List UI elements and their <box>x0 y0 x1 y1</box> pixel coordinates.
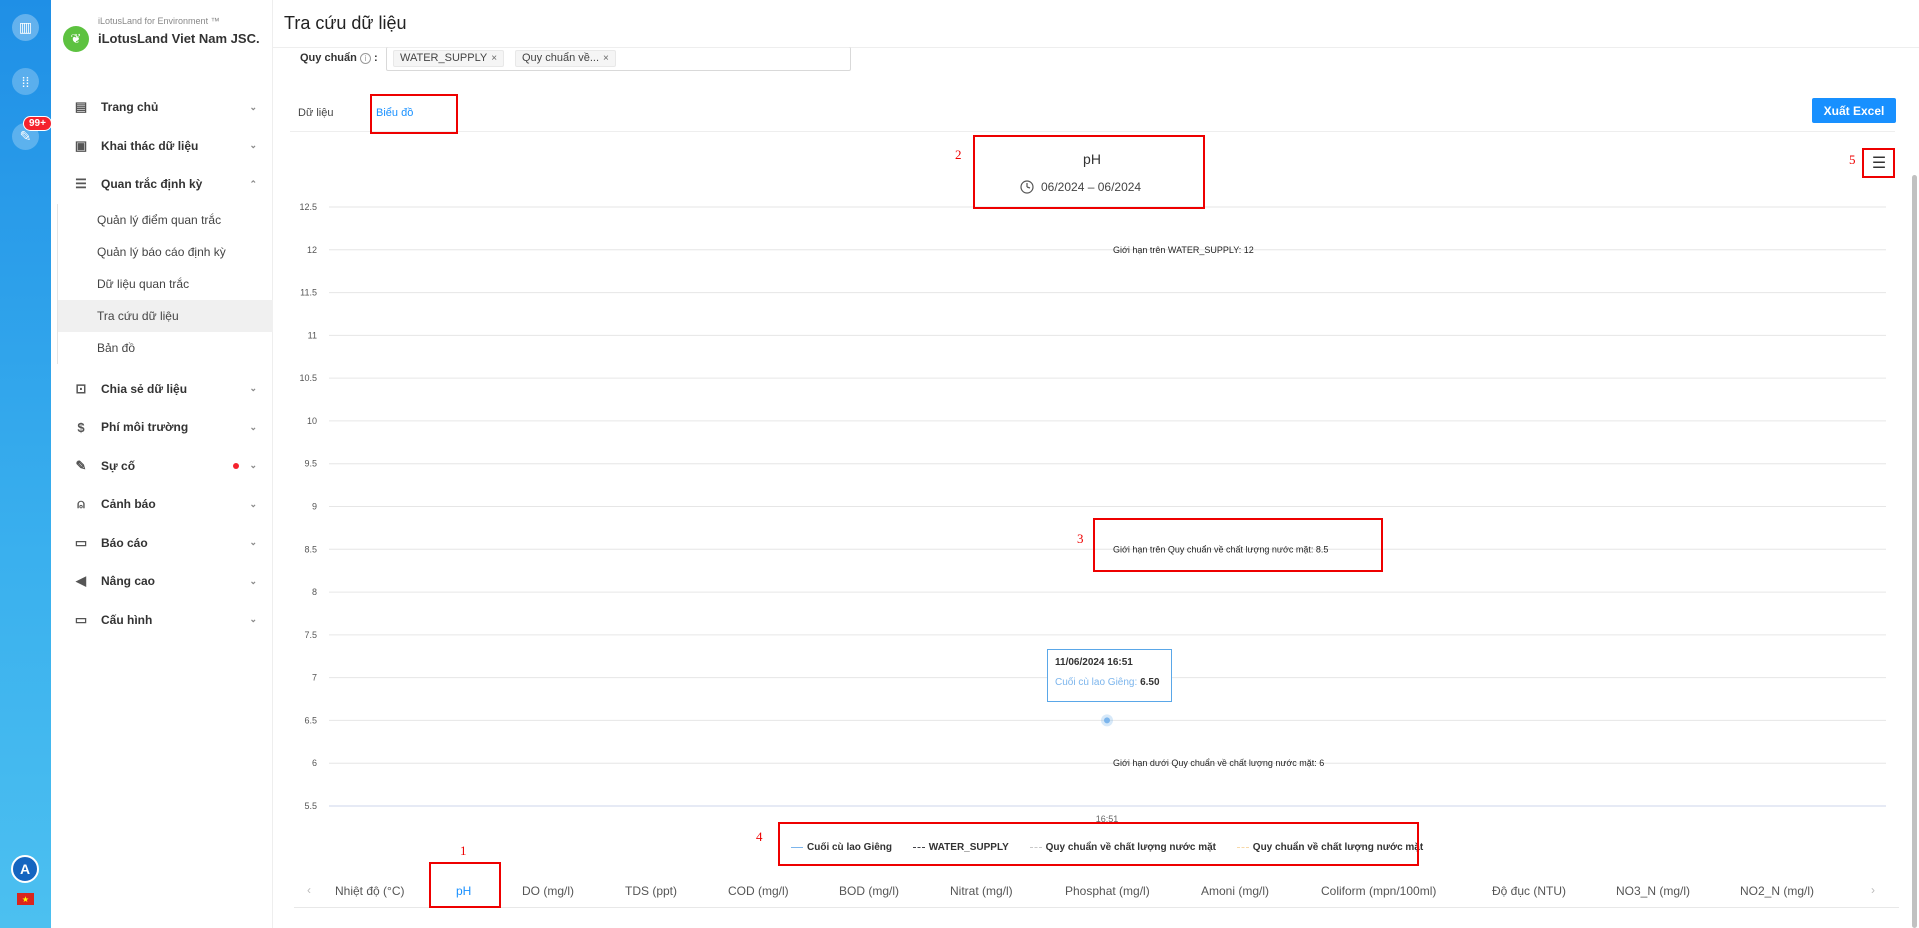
annotation-box-limit <box>1093 518 1383 572</box>
annotation-number: 2 <box>955 147 962 162</box>
y-tick-label: 10.5 <box>299 373 317 383</box>
y-tick-label: 8.5 <box>304 544 317 554</box>
annotation-box-ph-tab <box>429 862 501 908</box>
y-tick-label: 10 <box>307 416 317 426</box>
tooltip-series-name: Cuối cù lao Giêng: <box>1055 677 1138 688</box>
tooltip-value: 6.50 <box>1140 677 1160 688</box>
y-tick-label: 11.5 <box>300 288 317 298</box>
annotation-number: 3 <box>1077 531 1084 546</box>
param-tab[interactable]: Độ đục (NTU) <box>1492 884 1566 898</box>
param-tab[interactable]: NO3_N (mg/l) <box>1616 884 1690 898</box>
param-tab[interactable]: COD (mg/l) <box>728 884 789 898</box>
parameter-tabs: ‹ Nhiệt độ (°C) pH DO (mg/l) TDS (ppt) C… <box>294 876 1899 908</box>
param-tab[interactable]: Amoni (mg/l) <box>1201 884 1269 898</box>
chart: 5.5 6 6.5 7 7.5 8 8.5 9 9.5 10 10.5 11 11.5 12 12.5 Gi… <box>299 151 1886 824</box>
y-tick-label: 9.5 <box>304 459 317 469</box>
annotation-number: 4 <box>756 829 763 844</box>
y-tick-label: 5.5 <box>304 801 317 811</box>
annotation-number: 1 <box>460 843 467 858</box>
param-tab[interactable]: TDS (ppt) <box>625 884 677 898</box>
annotation-box-menu <box>1862 148 1895 178</box>
y-tick-label: 7 <box>312 673 317 683</box>
chart-points <box>1101 714 1113 727</box>
chevron-right-icon[interactable]: › <box>1871 883 1875 897</box>
tooltip-series: Cuối cù lao Giêng: 6.50 <box>1055 677 1164 688</box>
annotation-box-title <box>973 135 1205 209</box>
plot-line-label: Giới hạn trên WATER_SUPPLY: 12 <box>1113 245 1254 255</box>
y-tick-label: 8 <box>312 587 317 597</box>
tooltip-time: 11/06/2024 16:51 <box>1055 657 1133 668</box>
y-tick-label: 9 <box>312 502 317 512</box>
y-tick-label: 6.5 <box>304 715 317 725</box>
param-tab[interactable]: BOD (mg/l) <box>839 884 899 898</box>
param-tab[interactable]: Nhiệt độ (°C) <box>335 884 405 898</box>
scrollbar[interactable] <box>1912 175 1917 928</box>
annotation-box-chart-tab <box>370 94 458 134</box>
chart-y-axis: 5.5 6 6.5 7 7.5 8 8.5 9 9.5 10 10.5 11 11.5 12 12.5 <box>299 202 317 811</box>
chevron-left-icon[interactable]: ‹ <box>307 883 311 897</box>
param-tab[interactable]: Nitrat (mg/l) <box>950 884 1013 898</box>
annotation-number: 5 <box>1849 152 1856 167</box>
app-window: ▥ ⁞⁞ ✎ 99+ A ★ ❦ iLotusLand for Environm… <box>0 0 1919 928</box>
y-tick-label: 7.5 <box>304 630 317 640</box>
data-point[interactable] <box>1104 717 1110 724</box>
plot-line-label: Giới hạn dưới Quy chuẩn về chất lượng nư… <box>1113 758 1324 768</box>
param-tab[interactable]: Phosphat (mg/l) <box>1065 884 1150 898</box>
y-tick-label: 12 <box>307 245 317 255</box>
y-tick-label: 11 <box>308 330 317 340</box>
y-tick-label: 12.5 <box>299 202 317 212</box>
chart-tooltip: 11/06/2024 16:51 Cuối cù lao Giêng: 6.50 <box>1047 649 1172 702</box>
param-tab[interactable]: DO (mg/l) <box>522 884 574 898</box>
param-tab[interactable]: NO2_N (mg/l) <box>1740 884 1814 898</box>
param-tab[interactable]: Coliform (mpn/100ml) <box>1321 884 1436 898</box>
y-tick-label: 6 <box>312 758 317 768</box>
annotation-box-legend <box>778 822 1419 866</box>
